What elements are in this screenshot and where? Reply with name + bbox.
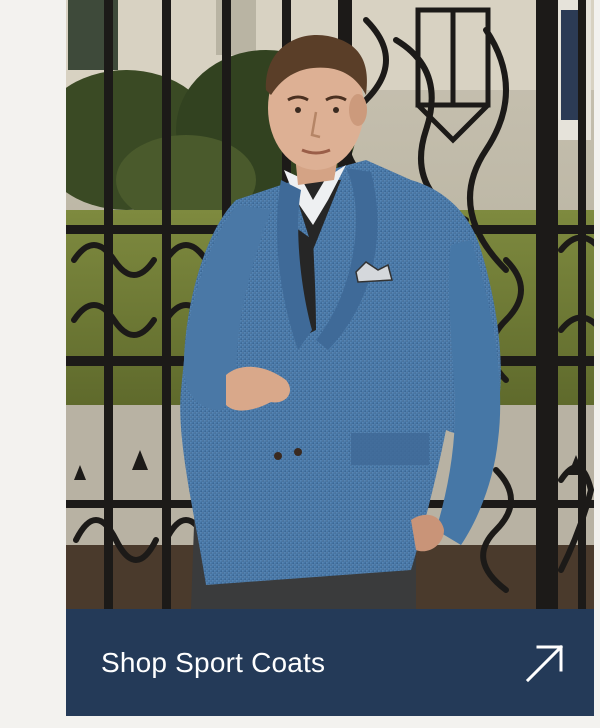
shop-sport-coats-card[interactable]: Shop Sport Coats (66, 0, 594, 716)
hero-illustration (66, 0, 594, 609)
hero-image[interactable] (66, 0, 594, 609)
page: Shop Sport Coats (0, 0, 600, 728)
arrow-up-right-icon (524, 642, 566, 684)
cta-bar[interactable]: Shop Sport Coats (66, 609, 594, 716)
cta-label: Shop Sport Coats (101, 646, 326, 678)
